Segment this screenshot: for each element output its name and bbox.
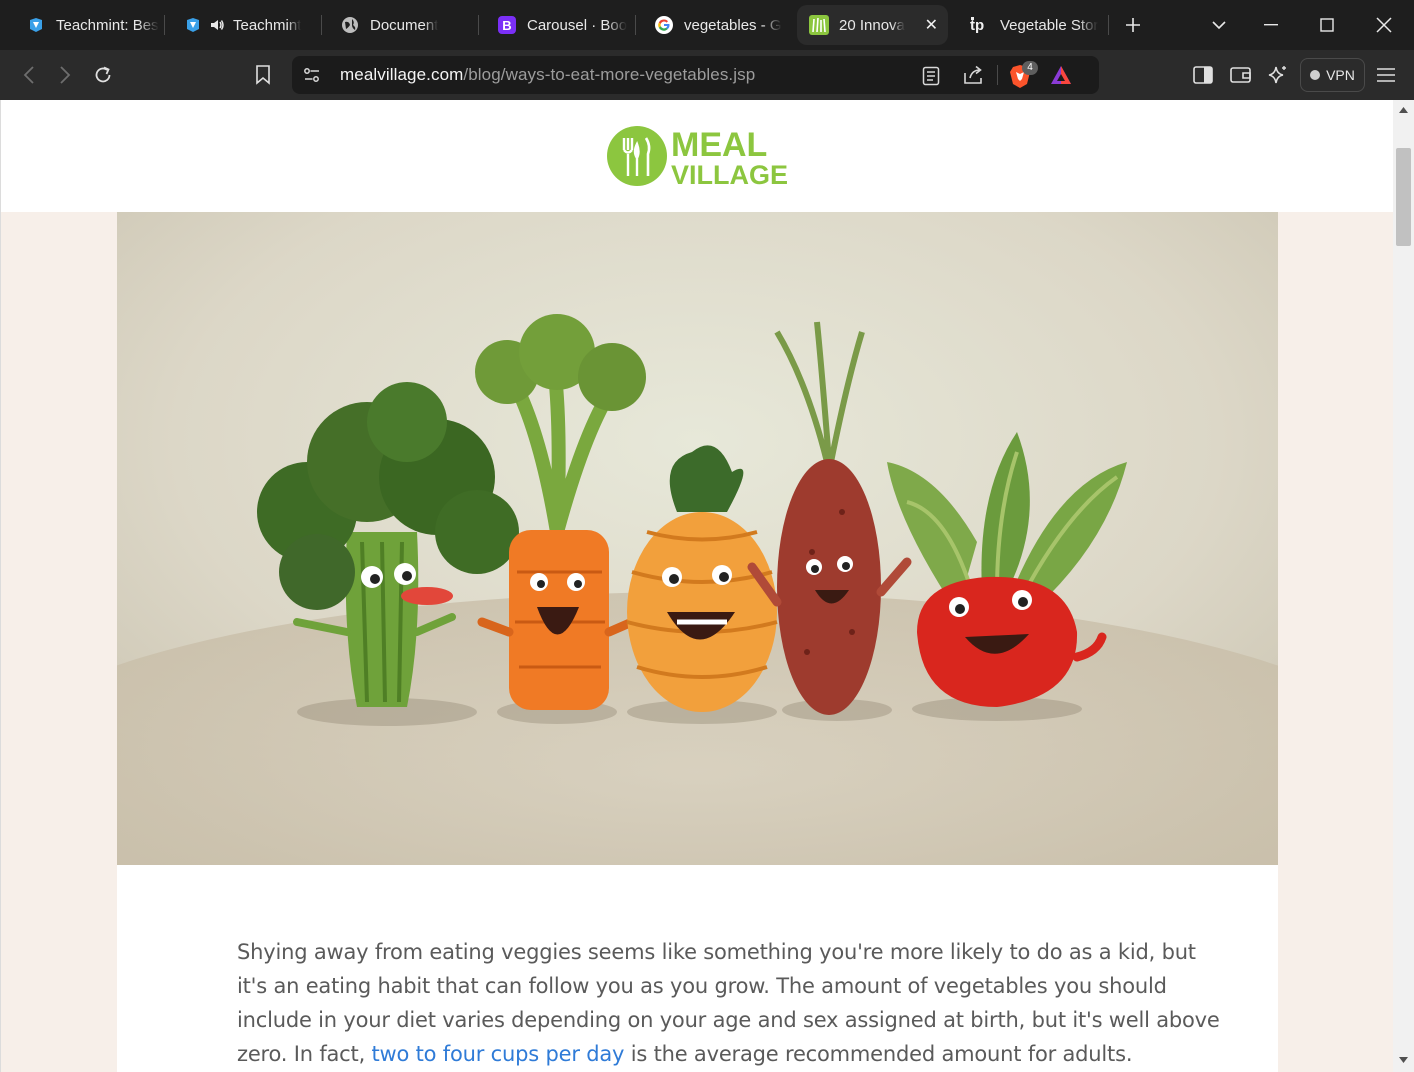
- page-viewport: MEAL VILLAGE Shying away from eating veg…: [0, 100, 1393, 1072]
- bookmark-button[interactable]: [248, 60, 278, 90]
- tab-separator: [478, 15, 479, 35]
- tab-carousel-bootstrap[interactable]: B Carousel · Boo: [485, 5, 635, 45]
- google-icon: [654, 15, 674, 35]
- chevron-down-icon: [1212, 21, 1226, 30]
- reload-button[interactable]: [88, 60, 118, 90]
- cartoon-vegetables-illustration: [117, 212, 1278, 865]
- close-icon: [1376, 17, 1392, 33]
- hamburger-icon: [1377, 68, 1395, 82]
- tab-title: Teachmint: Bes: [56, 16, 159, 34]
- teachmint-icon: [26, 15, 46, 35]
- meal-village-logo[interactable]: MEAL VILLAGE: [607, 124, 789, 188]
- tp-icon: tp: [970, 15, 990, 35]
- tab-search-button[interactable]: [1204, 10, 1234, 40]
- site-settings-icon[interactable]: [303, 66, 321, 89]
- vpn-status-icon: [1310, 70, 1321, 80]
- intro-paragraph: Shying away from eating veggies seems li…: [237, 940, 1220, 1066]
- sparkle-icon: [1268, 66, 1286, 84]
- tab-separator: [1108, 15, 1109, 35]
- tab-strip: Teachmint: Bes Teachmint Document B Caro…: [0, 0, 1414, 50]
- chevron-left-icon: [23, 66, 34, 84]
- tab-title: 20 Innova: [839, 16, 905, 34]
- forward-button[interactable]: [50, 60, 80, 90]
- shields-count-badge: 4: [1022, 61, 1038, 75]
- mealvillage-icon: [809, 15, 829, 35]
- tab-title: Document: [370, 16, 439, 34]
- tab-title: Vegetable Stor: [1000, 16, 1099, 34]
- back-button[interactable]: [14, 60, 44, 90]
- logo-line1: MEAL: [671, 126, 767, 164]
- hero-image: [117, 212, 1278, 865]
- main-menu-button[interactable]: [1371, 60, 1401, 90]
- maximize-icon: [1320, 18, 1334, 32]
- tab-google-vegetables[interactable]: vegetables - G: [642, 5, 792, 45]
- url-separator: [997, 65, 998, 85]
- article-body: Shying away from eating veggies seems li…: [117, 865, 1278, 1072]
- bootstrap-icon: B: [497, 15, 517, 35]
- address-bar[interactable]: mealvillage.com/blog/ways-to-eat-more-ve…: [292, 56, 1099, 94]
- svg-text:B: B: [502, 18, 511, 33]
- tab-separator: [164, 15, 165, 35]
- speaker-icon[interactable]: [207, 15, 227, 35]
- page-scrollbar[interactable]: [1393, 100, 1414, 1072]
- tab-document[interactable]: Document: [328, 5, 478, 45]
- tab-20-innovative-active[interactable]: 20 Innova ✕: [797, 5, 948, 45]
- new-tab-button[interactable]: [1118, 10, 1148, 40]
- vpn-button[interactable]: VPN: [1300, 58, 1365, 92]
- sidebar-toggle-button[interactable]: [1188, 60, 1218, 90]
- wallet-button[interactable]: [1226, 60, 1256, 90]
- tab-teachmint[interactable]: Teachmint: [171, 5, 321, 45]
- maximize-window-button[interactable]: [1312, 10, 1342, 40]
- tab-teachmint-best[interactable]: Teachmint: Bes: [14, 5, 164, 45]
- vpn-label: VPN: [1326, 67, 1355, 83]
- tab-vegetable-store[interactable]: tp Vegetable Stor: [958, 5, 1108, 45]
- plus-icon: [1126, 18, 1140, 32]
- teachmint-icon: [183, 15, 203, 35]
- scroll-down-arrow[interactable]: [1393, 1052, 1414, 1068]
- brave-rewards-icon[interactable]: [1050, 65, 1072, 90]
- close-window-button[interactable]: [1369, 10, 1399, 40]
- site-header: MEAL VILLAGE: [1, 100, 1393, 212]
- reader-mode-icon[interactable]: [922, 66, 940, 91]
- reload-icon: [95, 66, 111, 83]
- tab-title: vegetables - G: [684, 16, 782, 34]
- minimize-icon: [1264, 24, 1278, 26]
- tab-separator: [321, 15, 322, 35]
- tab-separator: [635, 15, 636, 35]
- leo-ai-button[interactable]: [1263, 60, 1293, 90]
- globe-icon: [340, 15, 360, 35]
- url-text[interactable]: mealvillage.com/blog/ways-to-eat-more-ve…: [340, 65, 755, 85]
- tab-title: Carousel · Boo: [527, 16, 628, 34]
- scroll-up-arrow[interactable]: [1393, 102, 1414, 118]
- wallet-icon: [1230, 67, 1251, 83]
- bookmark-icon: [256, 65, 270, 85]
- share-icon[interactable]: [963, 65, 985, 90]
- chevron-right-icon: [60, 66, 71, 84]
- minimize-window-button[interactable]: [1256, 10, 1286, 40]
- close-tab-icon[interactable]: ✕: [925, 15, 938, 35]
- sidebar-icon: [1193, 66, 1213, 84]
- tab-title: Teachmint: [233, 16, 302, 34]
- browser-toolbar: mealvillage.com/blog/ways-to-eat-more-ve…: [0, 50, 1414, 100]
- cups-per-day-link[interactable]: two to four cups per day: [372, 1042, 625, 1066]
- scroll-thumb[interactable]: [1396, 148, 1411, 246]
- logo-line2: VILLAGE: [671, 160, 788, 188]
